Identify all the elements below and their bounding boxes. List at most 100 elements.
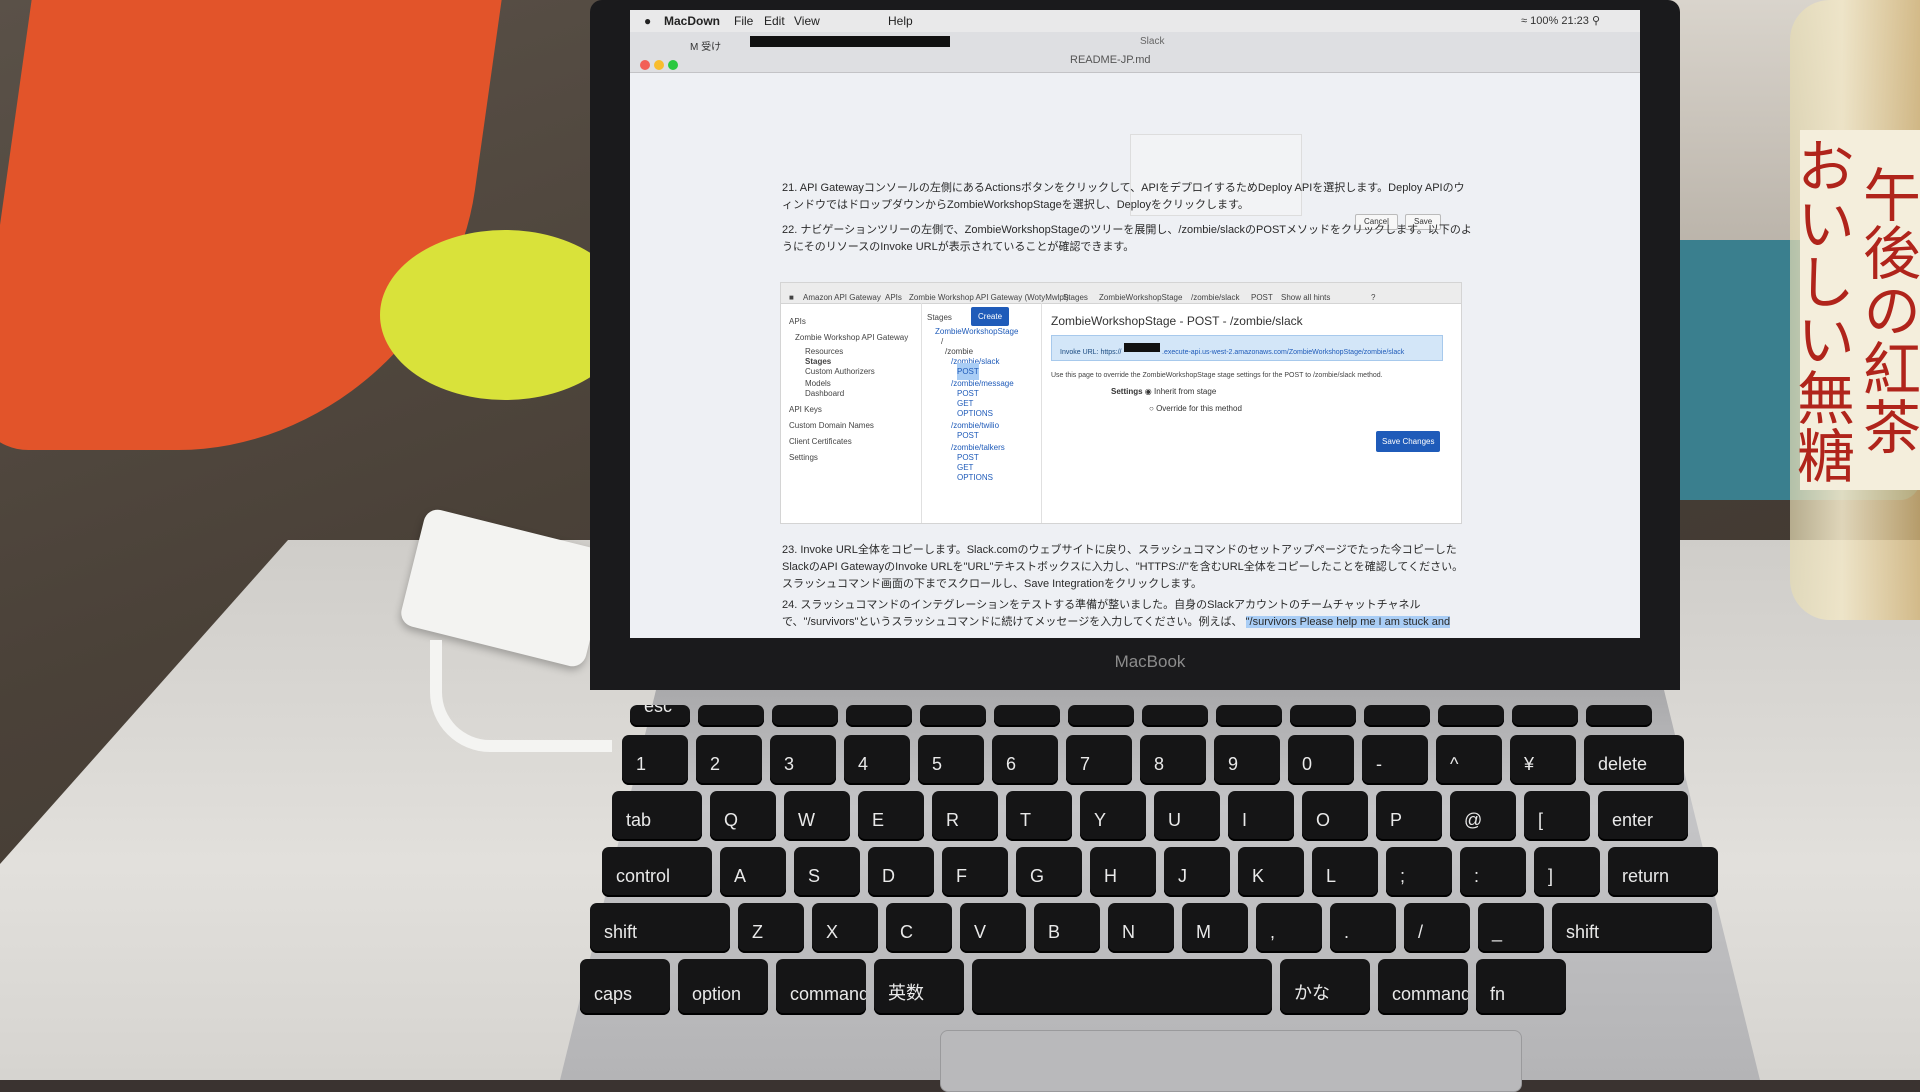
key-sym12[interactable]: [: [1524, 791, 1590, 841]
crumb-resource[interactable]: /zombie/slack: [1191, 289, 1239, 306]
key-2[interactable]: 2: [696, 735, 762, 785]
battery-level[interactable]: 100%: [1530, 15, 1558, 27]
key-blank1[interactable]: [698, 705, 764, 727]
key-blank8[interactable]: [1216, 705, 1282, 727]
key-t[interactable]: T: [1006, 791, 1072, 841]
key-z[interactable]: Z: [738, 903, 804, 953]
key-d[interactable]: D: [868, 847, 934, 897]
menu-view[interactable]: View: [794, 14, 820, 28]
key-n[interactable]: N: [1108, 903, 1174, 953]
browser-tab-gmail[interactable]: M 受け: [690, 38, 721, 53]
minimize-button[interactable]: [654, 60, 664, 70]
key-f[interactable]: F: [942, 847, 1008, 897]
nav-certs[interactable]: Client Certificates: [789, 433, 852, 450]
crumb-stage[interactable]: ZombieWorkshopStage: [1099, 289, 1182, 306]
key-p[interactable]: P: [1376, 791, 1442, 841]
key-blank12[interactable]: [1512, 705, 1578, 727]
show-hints-link[interactable]: Show all hints: [1281, 289, 1330, 306]
key-x[interactable]: X: [812, 903, 878, 953]
key-u[interactable]: U: [1154, 791, 1220, 841]
key-j[interactable]: J: [1164, 847, 1230, 897]
key-sym11[interactable]: ^: [1436, 735, 1502, 785]
key-b[interactable]: B: [1034, 903, 1100, 953]
key-blank11[interactable]: [1438, 705, 1504, 727]
key-7[interactable]: 7: [1066, 735, 1132, 785]
inherit-radio[interactable]: ◉: [1145, 387, 1152, 396]
key-fn[interactable]: fn: [1476, 959, 1566, 1015]
key-かな[interactable]: かな: [1280, 959, 1370, 1015]
help-icon[interactable]: ?: [1371, 289, 1375, 306]
crumb-method[interactable]: POST: [1251, 289, 1273, 306]
key-h[interactable]: H: [1090, 847, 1156, 897]
key-o[interactable]: O: [1302, 791, 1368, 841]
key-g[interactable]: G: [1016, 847, 1082, 897]
key-9[interactable]: 9: [1214, 735, 1280, 785]
trackpad[interactable]: [940, 1030, 1522, 1092]
key-5[interactable]: 5: [918, 735, 984, 785]
key-control[interactable]: control: [602, 847, 712, 897]
tree-root[interactable]: /: [941, 333, 943, 350]
key-e[interactable]: E: [858, 791, 924, 841]
key-blank6[interactable]: [1068, 705, 1134, 727]
key-blank10[interactable]: [1364, 705, 1430, 727]
key-l[interactable]: L: [1312, 847, 1378, 897]
key-command[interactable]: command: [1378, 959, 1468, 1015]
key-blank9[interactable]: [1290, 705, 1356, 727]
key-blank4[interactable]: [972, 959, 1272, 1015]
key-blank7[interactable]: [1142, 705, 1208, 727]
menu-edit[interactable]: Edit: [764, 14, 785, 28]
nav-apis[interactable]: APIs: [789, 313, 806, 330]
key-sym10[interactable]: -: [1362, 735, 1428, 785]
key-i[interactable]: I: [1228, 791, 1294, 841]
key-s[interactable]: S: [794, 847, 860, 897]
key-sym10[interactable]: ;: [1386, 847, 1452, 897]
key-v[interactable]: V: [960, 903, 1026, 953]
key-sym12[interactable]: ¥: [1510, 735, 1576, 785]
menu-app[interactable]: MacDown: [664, 14, 720, 28]
override-radio[interactable]: ○: [1149, 404, 1154, 413]
invoke-url-link[interactable]: .execute-api.us-west-2.amazonaws.com/Zom…: [1162, 344, 1404, 361]
key-sym9[interactable]: .: [1330, 903, 1396, 953]
key-m[interactable]: M: [1182, 903, 1248, 953]
save-changes-button[interactable]: Save Changes: [1376, 431, 1441, 452]
nav-api-keys[interactable]: API Keys: [789, 401, 822, 418]
apple-icon[interactable]: ●: [644, 14, 651, 28]
key-shift[interactable]: shift: [1552, 903, 1712, 953]
key-delete[interactable]: delete: [1584, 735, 1684, 785]
key-tab[interactable]: tab: [612, 791, 702, 841]
key-sym11[interactable]: @: [1450, 791, 1516, 841]
key-blank4[interactable]: [920, 705, 986, 727]
menu-file[interactable]: File: [734, 14, 753, 28]
key-1[interactable]: 1: [622, 735, 688, 785]
key-sym11[interactable]: _: [1478, 903, 1544, 953]
key-y[interactable]: Y: [1080, 791, 1146, 841]
key-q[interactable]: Q: [710, 791, 776, 841]
key-esc[interactable]: esc: [630, 705, 690, 727]
key-3[interactable]: 3: [770, 735, 836, 785]
key-sym11[interactable]: :: [1460, 847, 1526, 897]
crumb-stages[interactable]: Stages: [1063, 289, 1088, 306]
key-option[interactable]: option: [678, 959, 768, 1015]
key-blank13[interactable]: [1586, 705, 1652, 727]
menu-help[interactable]: Help: [888, 14, 913, 28]
key-r[interactable]: R: [932, 791, 998, 841]
key-a[interactable]: A: [720, 847, 786, 897]
tree-talkers-options[interactable]: OPTIONS: [957, 469, 993, 486]
spotlight-icon[interactable]: ⚲: [1592, 15, 1600, 27]
key-k[interactable]: K: [1238, 847, 1304, 897]
key-sym12[interactable]: ]: [1534, 847, 1600, 897]
key-caps[interactable]: caps: [580, 959, 670, 1015]
key-8[interactable]: 8: [1140, 735, 1206, 785]
nav-domains[interactable]: Custom Domain Names: [789, 417, 874, 434]
nav-dashboard[interactable]: Dashboard: [805, 385, 844, 402]
zoom-button[interactable]: [668, 60, 678, 70]
tree-stage[interactable]: ZombieWorkshopStage: [935, 323, 1018, 340]
clock[interactable]: 21:23: [1561, 15, 1589, 27]
key-blank3[interactable]: [846, 705, 912, 727]
key-return[interactable]: return: [1608, 847, 1718, 897]
key-command[interactable]: command: [776, 959, 866, 1015]
key-enter[interactable]: enter: [1598, 791, 1688, 841]
key-0[interactable]: 0: [1288, 735, 1354, 785]
key-w[interactable]: W: [784, 791, 850, 841]
key-sym10[interactable]: /: [1404, 903, 1470, 953]
